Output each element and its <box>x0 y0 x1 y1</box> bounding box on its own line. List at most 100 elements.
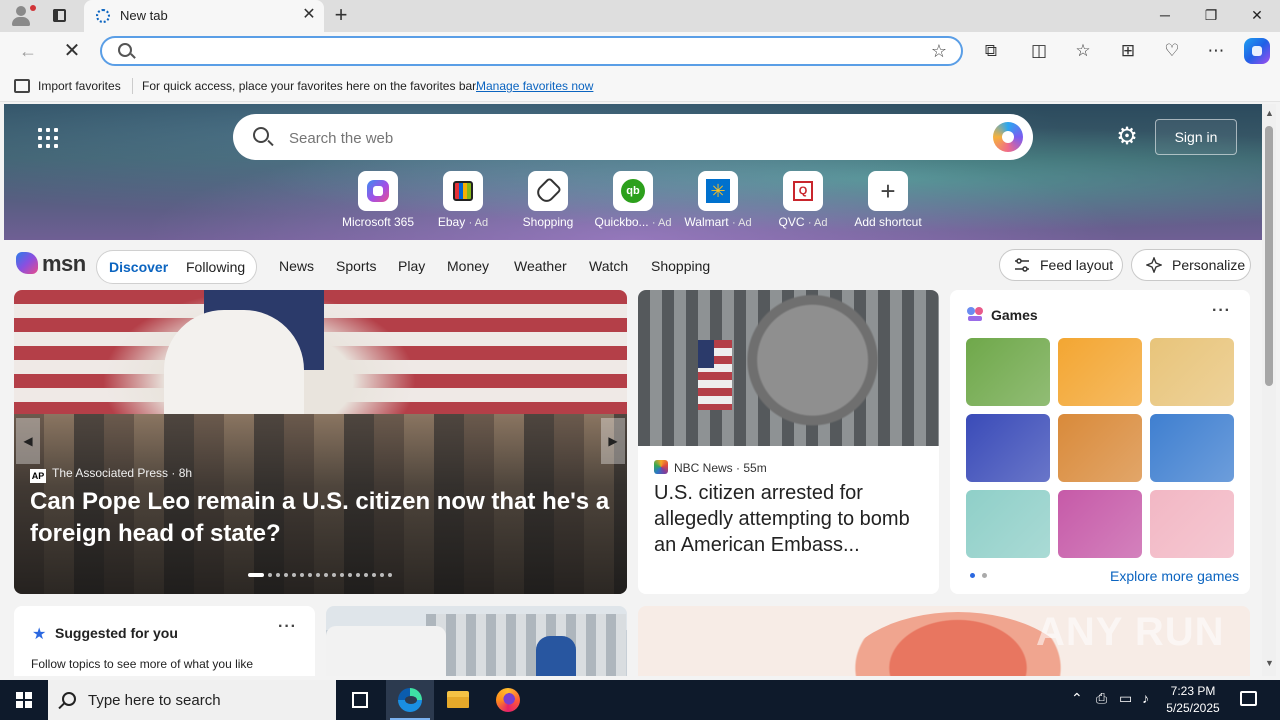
device-icon[interactable]: ⎙ <box>1096 690 1107 707</box>
news-age: 55m <box>743 461 767 475</box>
taskbar-edge[interactable] <box>386 680 434 720</box>
scroll-up-icon[interactable]: ▲ <box>1265 108 1274 118</box>
feed-layout-button[interactable]: Feed layout <box>999 249 1123 281</box>
game-tile[interactable] <box>1150 338 1234 406</box>
ebay-icon <box>453 181 473 201</box>
feed-tabs: Discover Following <box>96 250 257 284</box>
ad-label: · Ad <box>732 217 752 229</box>
show-hidden-icons[interactable]: ⌃ <box>1071 690 1083 707</box>
web-search-box[interactable] <box>233 114 1033 160</box>
nav-sports[interactable]: Sports <box>336 258 376 274</box>
profile-icon[interactable] <box>8 4 36 28</box>
game-tile[interactable] <box>1150 414 1234 482</box>
news-source-name: NBC News <box>674 461 733 475</box>
shortcut-ebay[interactable]: Ebay · Ad <box>423 171 503 233</box>
windows-start-icon[interactable] <box>0 680 48 720</box>
restore-button[interactable]: ❐ <box>1196 4 1226 26</box>
more-options-icon[interactable]: ··· <box>1212 302 1231 320</box>
hero-age: 8h <box>178 466 193 480</box>
carousel-next-icon[interactable]: ▶ <box>601 418 625 464</box>
taskbar-firefox[interactable] <box>484 680 532 720</box>
taskbar-file-explorer[interactable] <box>434 680 482 720</box>
msn-nav-bar: msn Discover Following News Sports Play … <box>4 240 1262 290</box>
nav-play[interactable]: Play <box>398 258 425 274</box>
manage-favorites-link[interactable]: Manage favorites now <box>476 79 593 93</box>
browser-essentials-icon[interactable]: ♡ <box>1159 39 1185 63</box>
carousel-prev-icon[interactable]: ◀ <box>16 418 40 464</box>
game-tile[interactable] <box>1058 490 1142 558</box>
msn-logo[interactable]: msn <box>16 250 88 280</box>
copilot-search-icon[interactable] <box>993 122 1023 152</box>
address-bar[interactable]: ☆ <box>100 36 963 66</box>
back-button[interactable]: ← <box>16 40 40 62</box>
suggested-text: Follow topics to see more of what you li… <box>31 657 254 671</box>
add-favorite-star-icon[interactable]: ☆ <box>928 40 950 62</box>
news-headline[interactable]: U.S. citizen arrested for allegedly atte… <box>654 480 926 558</box>
stop-loading-button[interactable]: ✕ <box>60 40 84 62</box>
hero-background: ⚙ Sign in Microsoft 365 Ebay · Ad Shoppi… <box>4 104 1262 240</box>
nav-money[interactable]: Money <box>447 258 489 274</box>
game-tile[interactable] <box>966 338 1050 406</box>
clock[interactable]: 7:23 PM 5/25/2025 <box>1150 683 1236 717</box>
task-view-button[interactable] <box>336 680 384 720</box>
news-image-card[interactable] <box>326 606 627 676</box>
news-card[interactable]: NBC News · 55m U.S. citizen arrested for… <box>638 290 939 594</box>
more-options-icon[interactable]: ··· <box>278 618 297 636</box>
web-search-input[interactable] <box>289 128 929 148</box>
personalize-label: Personalize <box>1172 257 1246 273</box>
shortcut-quickbooks[interactable]: qb Quickbo... · Ad <box>593 171 673 233</box>
sign-in-button[interactable]: Sign in <box>1155 119 1237 155</box>
tab-discover[interactable]: Discover <box>109 259 168 275</box>
import-favorites-button[interactable]: Import favorites <box>38 79 121 93</box>
divider <box>132 78 133 94</box>
app-launcher-icon[interactable] <box>38 128 58 148</box>
taskbar-search[interactable]: Type here to search <box>48 680 336 720</box>
nav-watch[interactable]: Watch <box>589 258 628 274</box>
nav-weather[interactable]: Weather <box>514 258 567 274</box>
close-tab-icon[interactable]: ✕ <box>300 6 318 24</box>
shortcut-qvc[interactable]: Q QVC · Ad <box>763 171 843 233</box>
extensions-icon[interactable]: ⧉ <box>978 39 1004 63</box>
folder-icon <box>447 691 469 708</box>
explore-more-games-link[interactable]: Explore more games <box>1110 568 1239 584</box>
scroll-down-icon[interactable]: ▼ <box>1265 658 1274 668</box>
games-icon <box>967 307 983 321</box>
shortcut-walmart[interactable]: ✳ Walmart · Ad <box>678 171 758 233</box>
notification-icon[interactable] <box>1240 691 1257 706</box>
game-tile[interactable] <box>966 490 1050 558</box>
nav-shopping[interactable]: Shopping <box>651 258 710 274</box>
nav-news[interactable]: News <box>279 258 314 274</box>
scroll-thumb[interactable] <box>1265 126 1273 386</box>
minimize-button[interactable]: ─ <box>1150 4 1180 26</box>
add-shortcut-button[interactable]: + Add shortcut <box>848 171 928 233</box>
game-tile[interactable] <box>1150 490 1234 558</box>
settings-and-more-icon[interactable]: ⋯ <box>1203 39 1229 63</box>
shortcut-label: Walmart <box>684 215 729 229</box>
shortcut-microsoft-365[interactable]: Microsoft 365 <box>338 171 418 233</box>
new-tab-button[interactable]: + <box>330 4 352 26</box>
split-screen-icon[interactable]: ◫ <box>1026 39 1052 63</box>
tab-actions-icon[interactable] <box>48 6 70 26</box>
personalize-button[interactable]: Personalize <box>1131 249 1251 281</box>
close-window-button[interactable]: ✕ <box>1242 4 1272 26</box>
copilot-icon[interactable] <box>1244 38 1270 64</box>
volume-icon[interactable]: ♪ <box>1142 690 1149 706</box>
tab-following[interactable]: Following <box>186 259 245 275</box>
shopping-tag-icon <box>533 176 563 206</box>
shortcut-shopping[interactable]: Shopping <box>508 171 588 233</box>
favorites-icon[interactable]: ☆ <box>1070 39 1096 63</box>
search-icon <box>62 692 76 706</box>
game-tile[interactable] <box>1058 414 1142 482</box>
news-image <box>638 290 939 446</box>
network-icon[interactable]: ▭ <box>1119 690 1132 707</box>
hero-headline[interactable]: Can Pope Leo remain a U.S. citizen now t… <box>30 486 610 550</box>
game-tile[interactable] <box>966 414 1050 482</box>
address-input[interactable] <box>142 42 902 60</box>
gear-icon[interactable]: ⚙ <box>1114 124 1140 150</box>
tab-new-tab[interactable]: New tab ✕ <box>84 0 324 32</box>
page-scrollbar[interactable]: ▲ ▼ <box>1262 104 1276 676</box>
shortcut-label: Ebay <box>437 215 466 229</box>
collections-icon[interactable]: ⊞ <box>1115 39 1141 63</box>
hero-news-card[interactable]: ◀ ▶ AP The Associated Press · 8h Can Pope… <box>14 290 627 594</box>
game-tile[interactable] <box>1058 338 1142 406</box>
